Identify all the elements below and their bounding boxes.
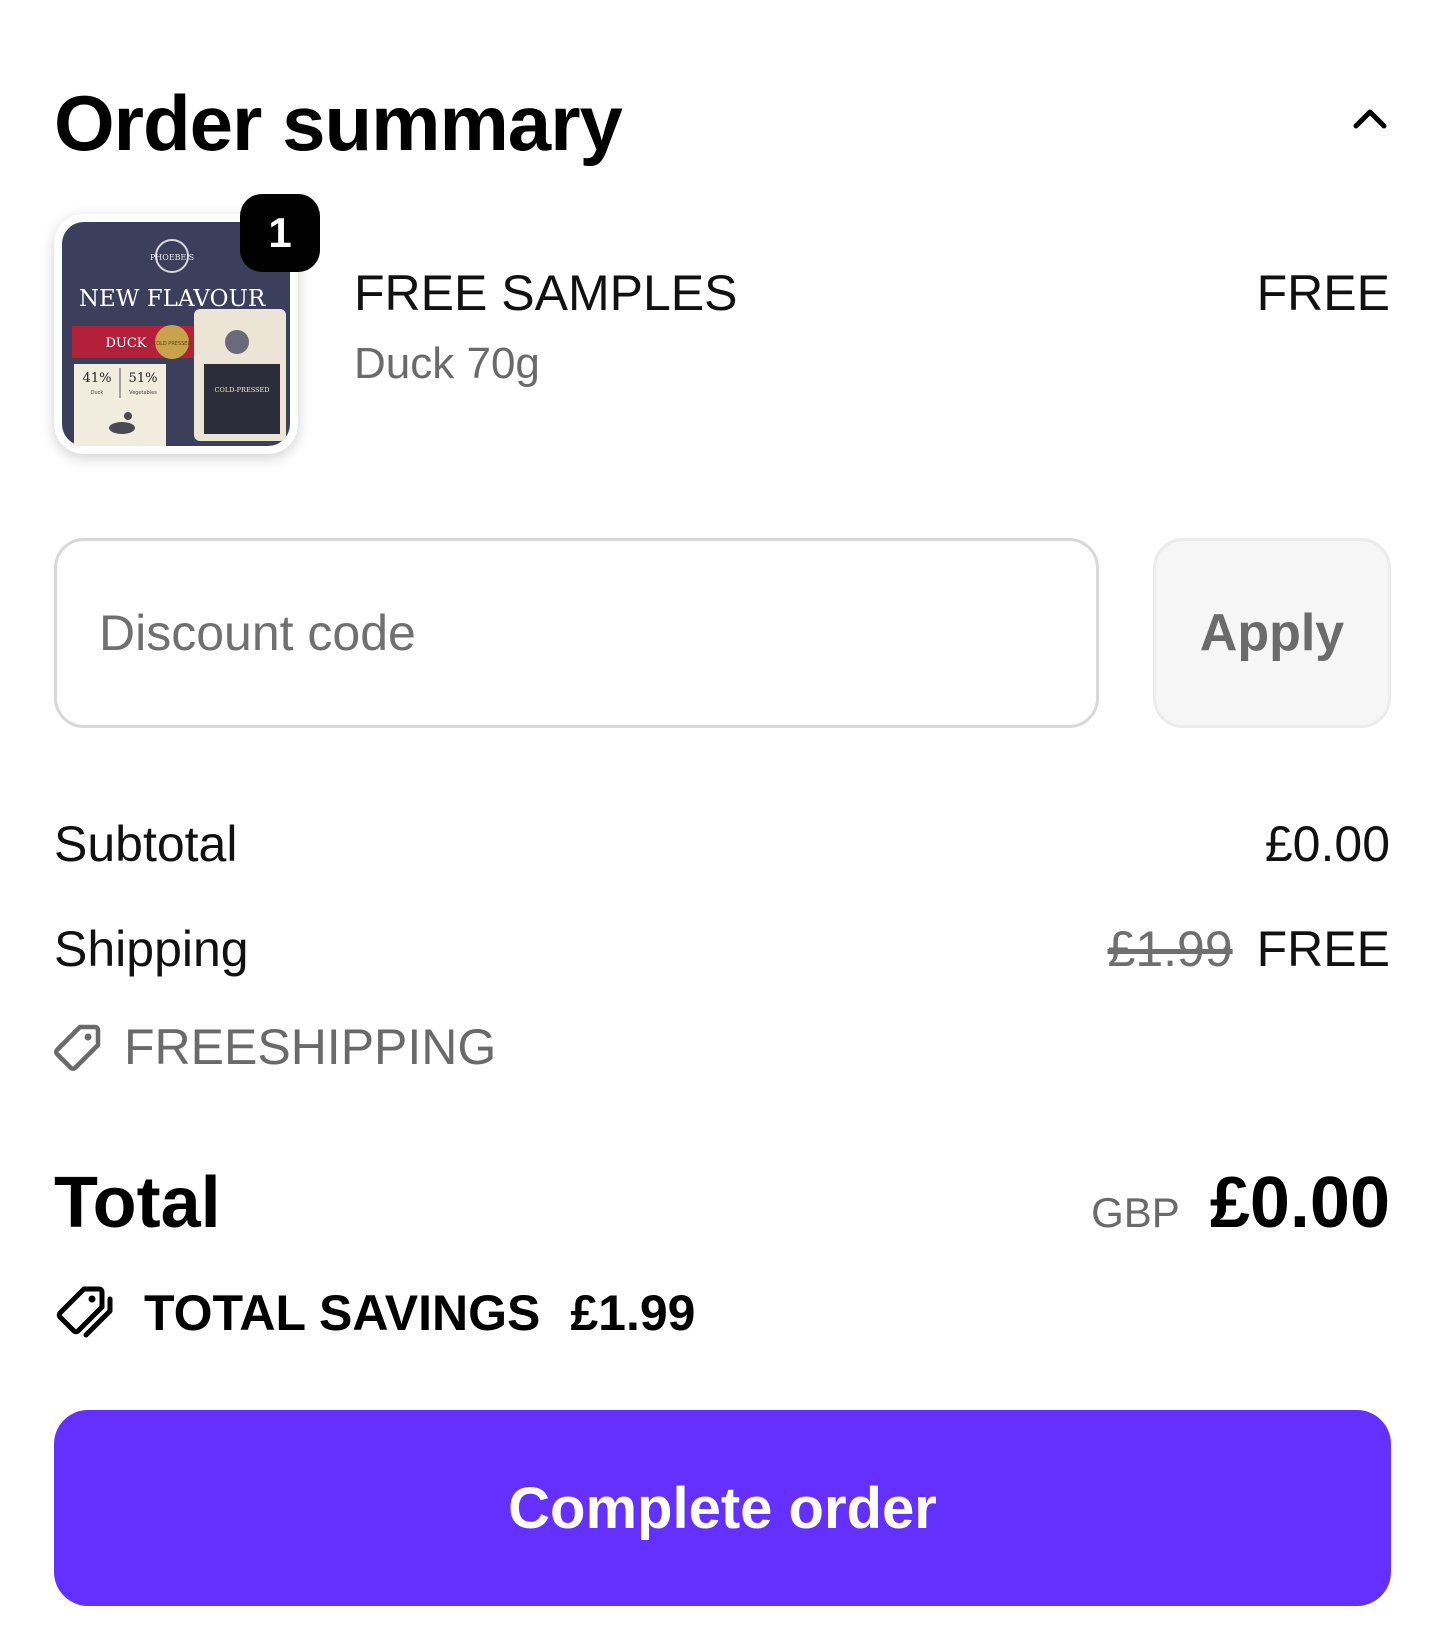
total-value-group: GBP £0.00: [1091, 1162, 1390, 1244]
subtotal-row: Subtotal £0.00: [54, 815, 1390, 873]
product-name: FREE SAMPLES: [354, 265, 738, 321]
product-line-item: PHOEBE'S NEW FLAVOUR DUCK COLD-PRESSED C…: [54, 194, 1390, 464]
product-variant: Duck 70g: [354, 339, 540, 388]
quantity-badge: 1: [240, 194, 320, 272]
shipping-original-price: £1.99: [1107, 921, 1233, 977]
svg-text:NEW FLAVOUR: NEW FLAVOUR: [79, 286, 266, 312]
total-amount: £0.00: [1209, 1163, 1390, 1243]
discount-code-input[interactable]: [57, 541, 1096, 725]
discount-code-field[interactable]: [54, 538, 1099, 728]
subtotal-value: £0.00: [1264, 816, 1390, 872]
complete-order-button[interactable]: Complete order: [54, 1410, 1391, 1606]
tags-icon: [56, 1286, 113, 1338]
chevron-up-icon[interactable]: [1350, 100, 1390, 140]
subtotal-label: Subtotal: [54, 816, 238, 872]
order-summary-header[interactable]: Order summary: [54, 70, 1390, 170]
discount-code-label: FREESHIPPING: [124, 1019, 497, 1075]
shipping-value-group: £1.99 FREE: [1108, 920, 1390, 978]
tag-icon: [54, 1024, 101, 1071]
svg-text:Vegetables: Vegetables: [129, 390, 157, 396]
svg-text:51%: 51%: [129, 371, 158, 386]
total-label: Total: [54, 1163, 221, 1243]
svg-text:COLD-PRESSED: COLD-PRESSED: [215, 386, 270, 394]
product-price: FREE: [1256, 265, 1390, 321]
shipping-label: Shipping: [54, 921, 249, 977]
shipping-row: Shipping £1.99 FREE: [54, 920, 1390, 978]
total-savings-label: TOTAL SAVINGS: [144, 1285, 541, 1341]
apply-button[interactable]: Apply: [1153, 538, 1391, 728]
shipping-value: FREE: [1256, 921, 1390, 977]
total-savings-amount: £1.99: [570, 1285, 696, 1341]
svg-text:COLD PRESSED: COLD PRESSED: [153, 341, 192, 347]
svg-text:Duck: Duck: [91, 390, 104, 396]
total-savings: TOTAL SAVINGS £1.99: [54, 1284, 695, 1342]
total-currency: GBP: [1091, 1189, 1180, 1236]
svg-text:PHOEBE'S: PHOEBE'S: [150, 253, 194, 262]
svg-text:DUCK: DUCK: [105, 336, 146, 351]
page-title: Order summary: [54, 79, 623, 167]
applied-discount-code: FREESHIPPING: [54, 1018, 496, 1076]
svg-text:41%: 41%: [83, 371, 112, 386]
